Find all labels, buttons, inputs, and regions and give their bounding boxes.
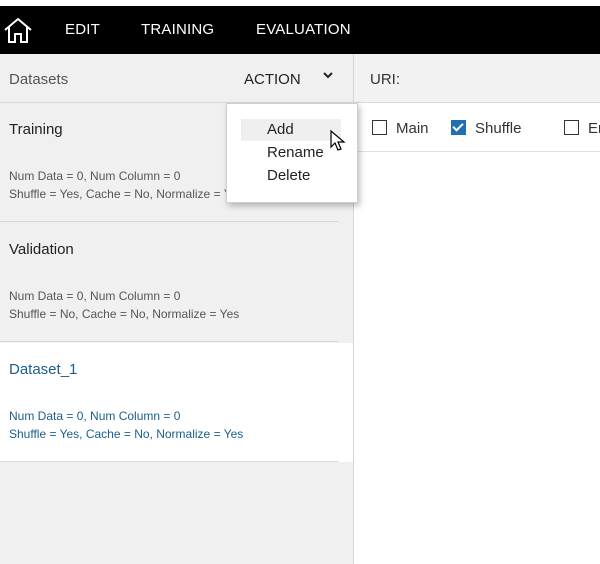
dataset-stats: Num Data = 0, Num Column = 0 — [9, 409, 181, 423]
menu-item-rename[interactable]: Rename — [241, 142, 367, 164]
dataset-stats: Num Data = 0, Num Column = 0 — [9, 169, 181, 183]
nav-edit[interactable]: EDIT — [65, 6, 100, 54]
dataset-name: Dataset_1 — [9, 361, 78, 378]
dataset-settings: Shuffle = No, Cache = No, Normalize = Ye… — [9, 307, 240, 321]
options-row: Main Shuffle En — [354, 103, 600, 152]
datasets-title: Datasets — [9, 71, 69, 88]
extra-checkbox[interactable] — [564, 120, 579, 135]
chevron-down-icon[interactable] — [321, 68, 335, 82]
divider — [0, 341, 338, 342]
shuffle-checkbox-label[interactable]: Shuffle — [475, 120, 521, 137]
divider — [0, 461, 338, 462]
nav-training[interactable]: TRAINING — [141, 6, 214, 54]
menu-item-add[interactable]: Add — [241, 119, 341, 141]
dataset-item-dataset-1[interactable]: Dataset_1 Num Data = 0, Num Column = 0 S… — [0, 343, 353, 462]
dataset-config-panel: URI: Main Shuffle En — [354, 54, 600, 564]
dataset-settings: Shuffle = Yes, Cache = No, Normalize = Y… — [9, 187, 244, 201]
uri-input[interactable] — [404, 64, 598, 94]
action-menu: Add Rename Delete — [226, 103, 358, 203]
shuffle-checkbox[interactable] — [451, 120, 466, 135]
divider — [0, 221, 338, 222]
nav-evaluation[interactable]: EVALUATION — [256, 6, 351, 54]
datasets-header: Datasets ACTION — [0, 54, 353, 103]
main-checkbox-label[interactable]: Main — [396, 120, 429, 137]
home-icon[interactable] — [2, 16, 34, 44]
main-checkbox[interactable] — [372, 120, 387, 135]
action-button[interactable]: ACTION — [244, 71, 301, 88]
dataset-settings: Shuffle = Yes, Cache = No, Normalize = Y… — [9, 427, 244, 441]
dataset-stats: Num Data = 0, Num Column = 0 — [9, 289, 181, 303]
menu-item-delete[interactable]: Delete — [241, 165, 367, 187]
extra-checkbox-label[interactable]: En — [588, 120, 600, 137]
uri-label: URI: — [370, 71, 400, 88]
top-nav-bar: EDIT TRAINING EVALUATION — [0, 6, 600, 54]
dataset-item-validation[interactable]: Validation Num Data = 0, Num Column = 0 … — [0, 223, 353, 342]
dataset-name: Validation — [9, 241, 74, 258]
uri-row: URI: — [354, 54, 600, 103]
dataset-name: Training — [9, 121, 63, 138]
